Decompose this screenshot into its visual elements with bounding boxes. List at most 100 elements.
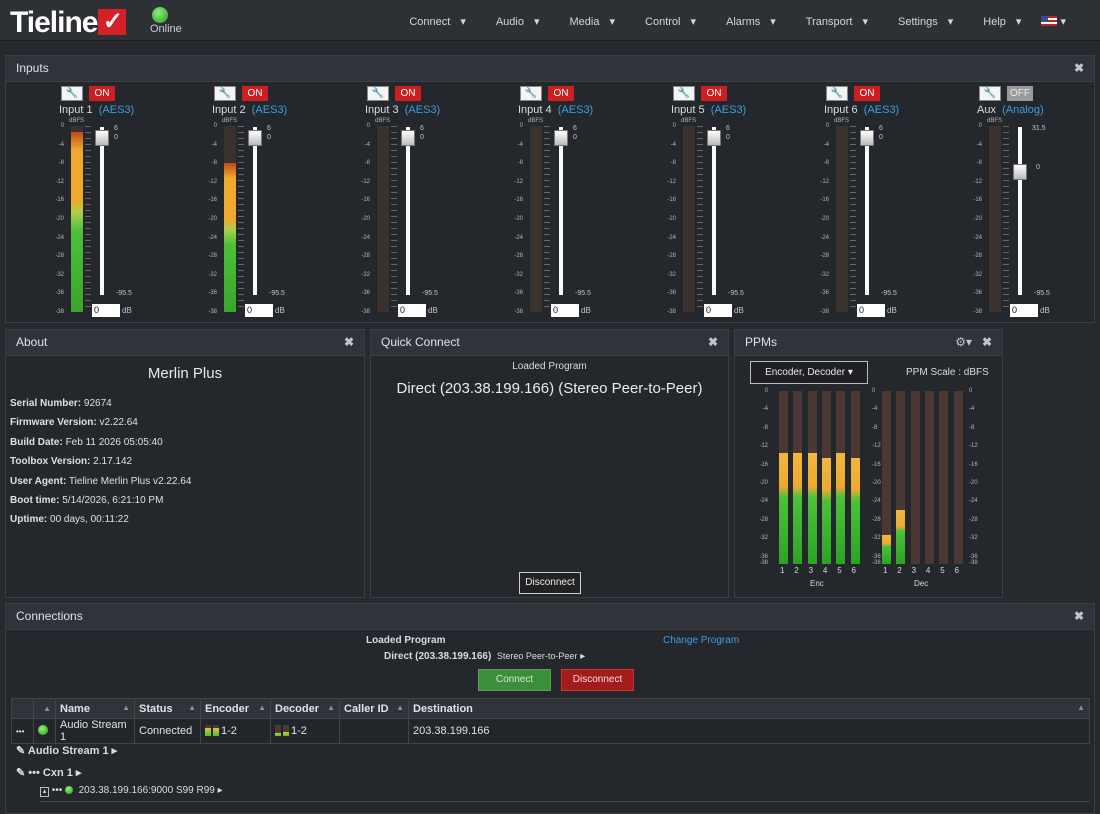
channel-toggle[interactable]: ON xyxy=(701,86,727,101)
wrench-icon[interactable]: 🔧 xyxy=(673,86,695,101)
disconnect-button[interactable]: Disconnect xyxy=(561,669,634,691)
conn-program[interactable]: Direct (203.38.199.166) Stereo Peer-to-P… xyxy=(384,651,585,662)
fader-track[interactable] xyxy=(1018,127,1022,295)
gain-input[interactable]: 0 xyxy=(857,304,885,317)
scale-label: 0 xyxy=(213,123,217,129)
channel-toggle[interactable]: ON xyxy=(89,86,115,101)
menu-transport[interactable]: Transport ▾ xyxy=(786,15,878,28)
fader-track[interactable] xyxy=(100,127,104,295)
scale-label: -20 xyxy=(973,216,982,222)
gain-input[interactable]: 0 xyxy=(92,304,120,317)
row-more-button[interactable]: ••• xyxy=(11,718,34,744)
menu-help[interactable]: Help ▾ xyxy=(963,15,1031,28)
fader-bottom-label: -95.5 xyxy=(881,290,897,297)
fader-track[interactable] xyxy=(559,127,563,295)
tieline-logo[interactable]: Tieline ✓ xyxy=(10,6,127,40)
channel-name: Input 2 (AES3) xyxy=(212,104,288,116)
col-decoder[interactable]: Decoder ▲ xyxy=(270,698,340,719)
about-panel: About ✖ Merlin Plus Serial Number: 92674 F… xyxy=(5,329,365,598)
menu-alarms[interactable]: Alarms ▾ xyxy=(706,15,786,28)
col-status-icon[interactable]: ▲ xyxy=(33,698,56,719)
edit-icon[interactable]: ✎ xyxy=(16,745,25,757)
db-unit-label: dB xyxy=(887,306,897,315)
enc-meter-1 xyxy=(779,391,788,564)
col-encoder[interactable]: Encoder ▲ xyxy=(200,698,271,719)
dec-meter-1 xyxy=(882,391,891,564)
fader-knob[interactable] xyxy=(401,130,415,146)
wrench-icon[interactable]: 🔧 xyxy=(367,86,389,101)
col-status[interactable]: Status ▲ xyxy=(134,698,201,719)
menu-settings[interactable]: Settings ▾ xyxy=(878,15,963,28)
about-row: Firmware Version: v2.22.64 xyxy=(10,417,138,429)
close-icon[interactable]: ✖ xyxy=(1074,56,1084,81)
db-unit-label: dB xyxy=(581,306,591,315)
table-header: ▲ Name ▲ Status ▲ Encoder ▲ Decoder ▲ Caller… xyxy=(11,698,1090,719)
fader-track[interactable] xyxy=(865,127,869,295)
scale-label: -32 xyxy=(361,271,370,278)
tree-endpoint[interactable]: ▴ ••• 203.38.199.166:9000 S99 R99 ▸ xyxy=(40,785,1090,802)
enc-meter-3 xyxy=(807,391,817,564)
close-icon[interactable]: ✖ xyxy=(1074,604,1084,629)
col-name[interactable]: Name ▲ xyxy=(55,698,135,719)
gain-input[interactable]: 0 xyxy=(245,304,273,317)
fader-knob[interactable] xyxy=(860,130,874,146)
scale-label: 0 xyxy=(60,123,64,129)
channel-controls: 🔧 ON xyxy=(520,86,595,101)
gain-input[interactable]: 0 xyxy=(551,304,579,317)
about-row: Build Date: Feb 11 2026 05:05:40 xyxy=(10,436,163,448)
fader-knob[interactable] xyxy=(1013,164,1027,180)
menu-language[interactable]: ▾ xyxy=(1031,15,1076,28)
fader-track[interactable] xyxy=(406,127,410,295)
tree-stream[interactable]: ✎ Audio Stream 1 ▸ xyxy=(16,744,117,757)
wrench-icon[interactable]: 🔧 xyxy=(826,86,848,101)
gain-input[interactable]: 0 xyxy=(398,304,426,317)
channel-toggle[interactable]: ON xyxy=(854,86,880,101)
menu-audio[interactable]: Audio ▾ xyxy=(476,15,550,28)
channel-toggle[interactable]: OFF xyxy=(1007,86,1033,101)
gain-input[interactable]: 0 xyxy=(704,304,732,317)
gear-icon[interactable]: ⚙▾ xyxy=(955,330,972,355)
channel-toggle[interactable]: ON xyxy=(395,86,421,101)
change-program-link[interactable]: Change Program xyxy=(663,635,739,646)
ppm-scale-label: -28 xyxy=(759,516,768,523)
quick-disconnect-button[interactable]: Disconnect xyxy=(519,572,581,594)
tree-cxn[interactable]: ✎ ••• Cxn 1 ▸ xyxy=(16,766,81,779)
main-menu: Connect ▾ Audio ▾ Media ▾ Control ▾ Alarms ▾ … xyxy=(389,15,1076,28)
ppm-source-dropdown[interactable]: Encoder, Decoder ▾ xyxy=(750,361,868,384)
menu-media[interactable]: Media ▾ xyxy=(550,15,626,28)
wrench-icon[interactable]: 🔧 xyxy=(979,86,1001,101)
menu-control[interactable]: Control ▾ xyxy=(625,15,706,28)
fader-knob[interactable] xyxy=(554,130,568,146)
scale-label: 0 xyxy=(978,123,982,129)
close-icon[interactable]: ✖ xyxy=(708,330,718,355)
menu-connect[interactable]: Connect ▾ xyxy=(389,15,476,28)
about-row: Toolbox Version: 2.17.142 xyxy=(10,456,133,468)
wrench-icon[interactable]: 🔧 xyxy=(520,86,542,101)
fader-knob[interactable] xyxy=(95,130,109,146)
wrench-icon[interactable]: 🔧 xyxy=(61,86,83,101)
row-name: Audio Stream 1 xyxy=(55,718,135,744)
fader-track[interactable] xyxy=(253,127,257,295)
ppm-scale-label: -28 xyxy=(969,516,978,523)
fader-knob[interactable] xyxy=(707,130,721,146)
wrench-icon[interactable]: 🔧 xyxy=(214,86,236,101)
scale-label: -4 xyxy=(211,141,217,148)
table-row[interactable]: ••• Audio Stream 1 Connected 1-2 1-2 203… xyxy=(11,718,1090,744)
meter-ticks xyxy=(391,126,397,312)
fader-bottom-label: -95.5 xyxy=(575,290,591,297)
edit-icon[interactable]: ✎ xyxy=(16,767,25,779)
close-icon[interactable]: ✖ xyxy=(982,330,992,355)
scale-label: -8 xyxy=(976,160,982,167)
fader-knob[interactable] xyxy=(248,130,262,146)
col-caller-id[interactable]: Caller ID ▲ xyxy=(339,698,409,719)
close-icon[interactable]: ✖ xyxy=(344,330,354,355)
channel-toggle[interactable]: ON xyxy=(548,86,574,101)
gain-input[interactable]: 0 xyxy=(1010,304,1038,317)
input-channel-2: 🔧 ON Input 2 (AES3) dBFS 0 -4 -8 -12 -16 -20 -… xyxy=(159,82,287,318)
col-destination[interactable]: Destination ▲ xyxy=(408,698,1090,719)
conn-program-type: Stereo Peer-to-Peer xyxy=(496,651,578,661)
channel-toggle[interactable]: ON xyxy=(242,86,268,101)
ppm-scale-label: -36 xyxy=(759,553,768,560)
connect-button[interactable]: Connect xyxy=(478,669,551,691)
fader-track[interactable] xyxy=(712,127,716,295)
